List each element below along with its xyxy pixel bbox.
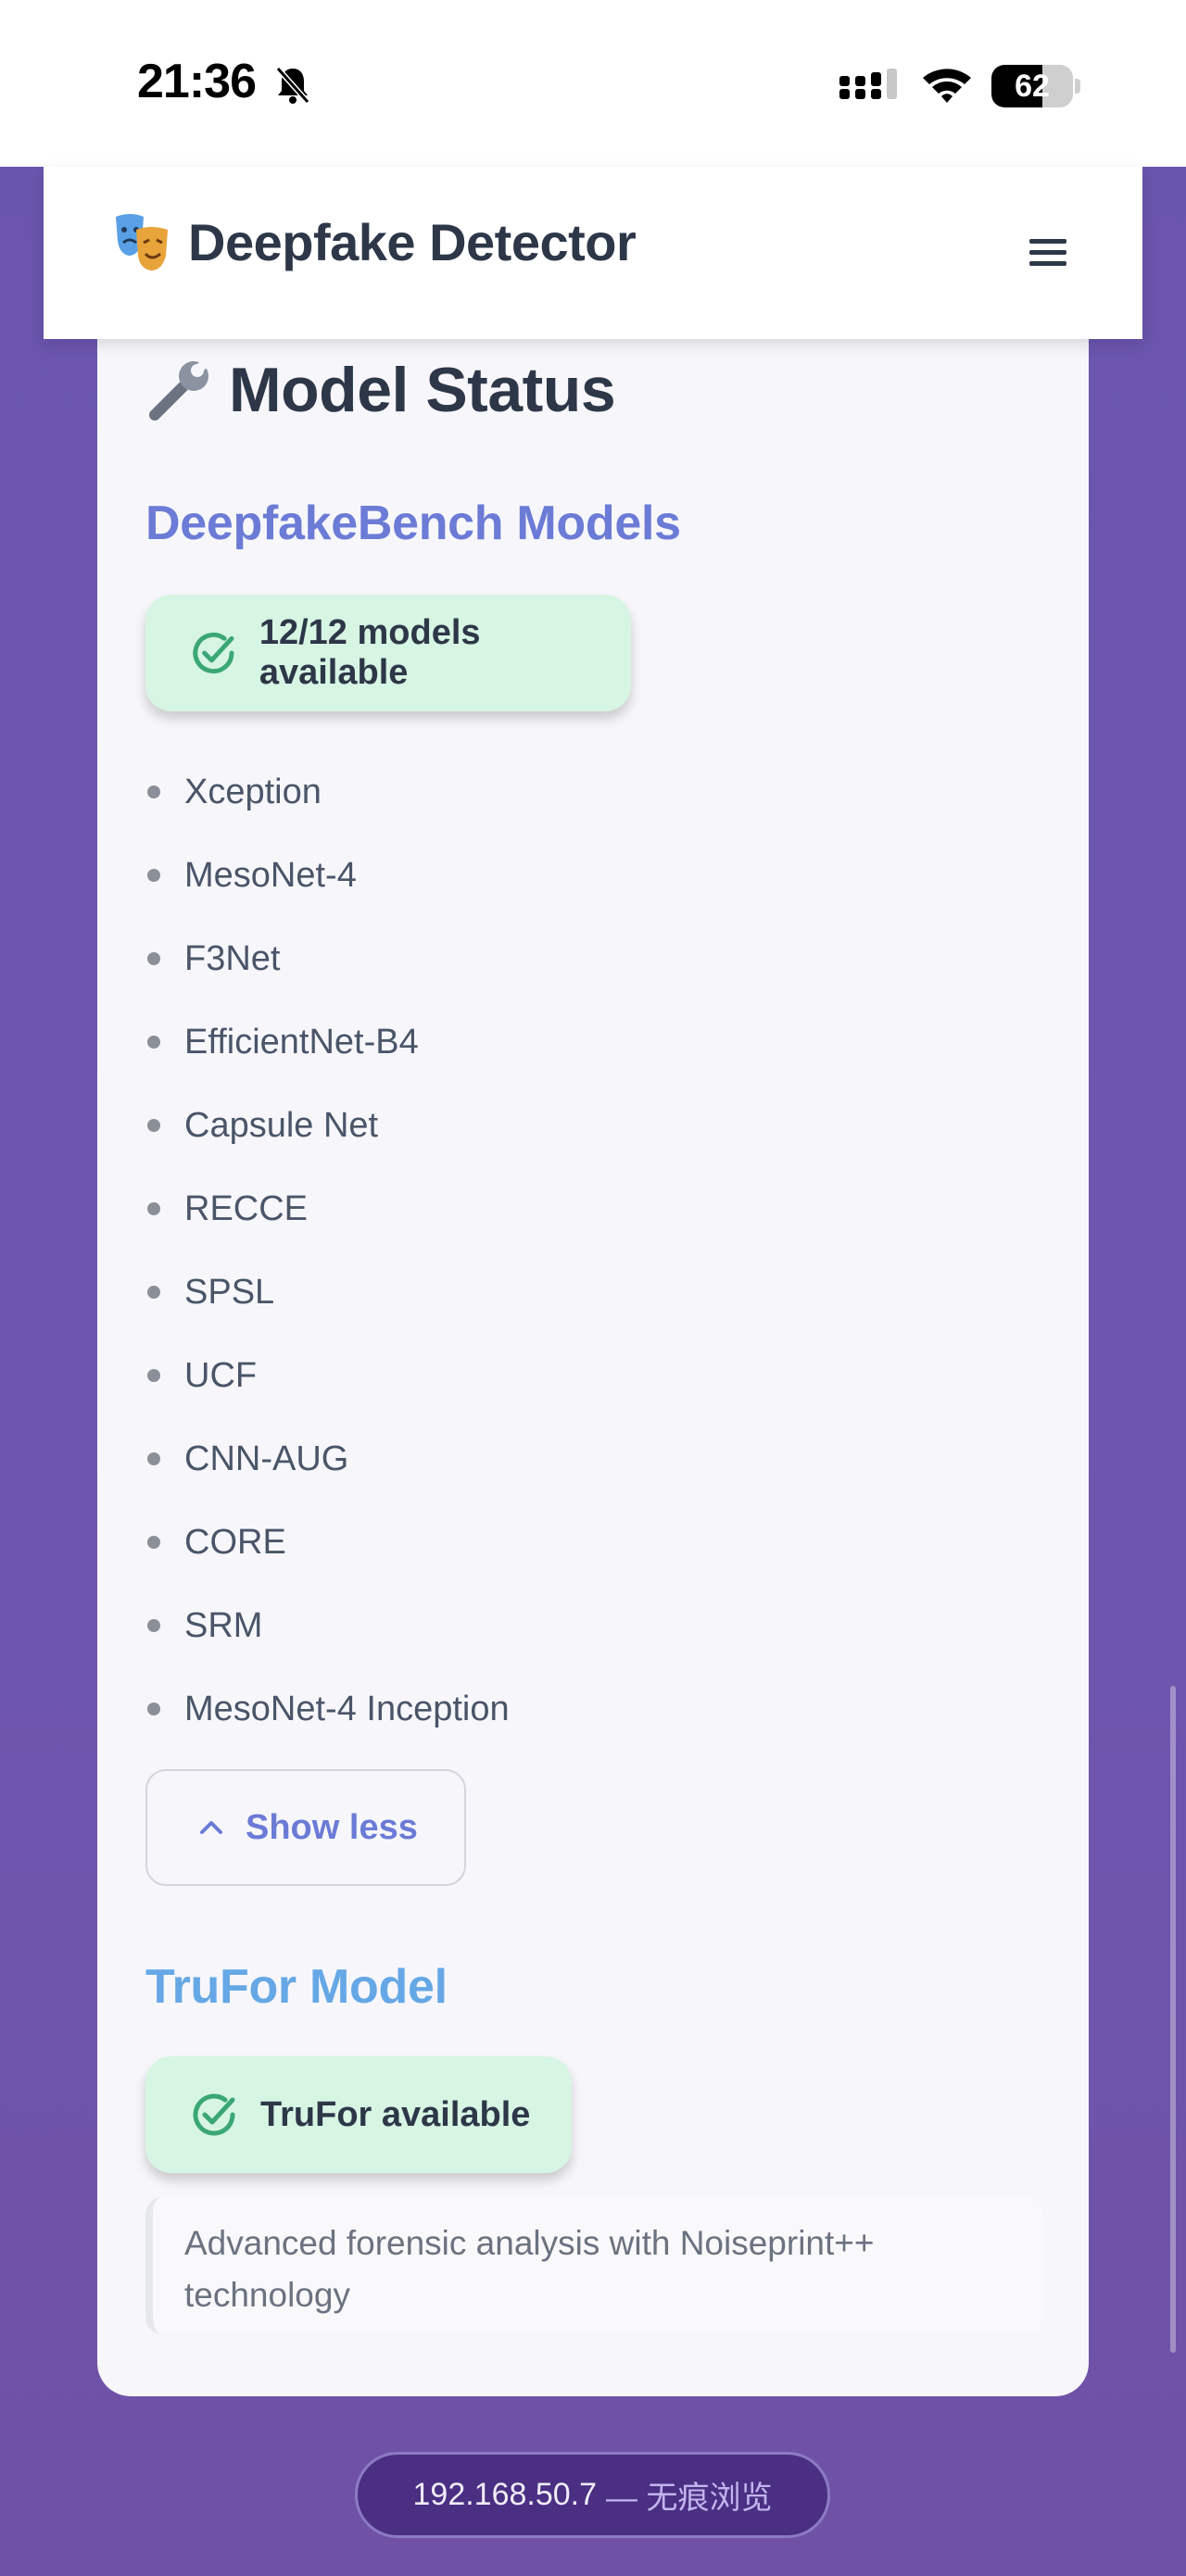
models-available-badge: 12/12 models available [145,595,631,711]
model-name: CNN-AUG [184,1439,349,1478]
bullet-dot [147,1536,160,1549]
bullet-dot [147,1619,160,1632]
chevron-up-icon [200,1821,222,1834]
model-name: MesoNet-4 [184,855,357,895]
model-list-item: MesoNet-4 [145,834,510,917]
wifi-icon [923,69,971,103]
badge-text: TruFor available [260,2094,531,2134]
deepfakebench-heading: DeepfakeBench Models [145,496,681,550]
trufor-heading: TruFor Model [145,1960,448,2014]
trufor-description: Advanced forensic analysis with Noisepri… [145,2197,1042,2334]
url-host: 192.168.50.7 [412,2477,598,2512]
section-title: Model Status [229,355,616,425]
app-title: Deepfake Detector [188,212,637,271]
bullet-dot [147,952,160,965]
battery-icon: 62 [991,65,1080,107]
model-name: Capsule Net [184,1105,379,1145]
private-mode-label: — 无痕浏览 [606,2481,773,2516]
theater-masks-icon [116,214,168,270]
app-header: Deepfake Detector [44,167,1142,339]
model-list-item: Xception [145,750,510,834]
model-list-item: MesoNet-4 Inception [145,1667,510,1751]
model-list-item: F3Net [145,917,510,1000]
model-list-item: RECCE [145,1167,510,1250]
model-list-item: CORE [145,1501,510,1584]
bullet-dot [147,1286,160,1299]
model-name: CORE [184,1522,286,1562]
bullet-dot [147,785,160,798]
model-name: F3Net [184,938,281,978]
bullet-dot [147,1119,160,1132]
scroll-indicator[interactable] [1170,1686,1176,2353]
battery-level: 62 [1015,69,1050,104]
bullet-dot [147,869,160,882]
hamburger-menu-icon[interactable] [1026,232,1070,272]
model-name: SRM [184,1605,263,1645]
model-list-item: CNN-AUG [145,1417,510,1501]
bullet-dot [147,1703,160,1715]
model-list-item: UCF [145,1334,510,1417]
bullet-dot [147,1452,160,1465]
model-name: EfficientNet-B4 [184,1022,419,1062]
signal-icon [839,69,897,99]
wrench-icon [149,358,210,421]
browser-url-bar[interactable]: 192.168.50.7 — 无痕浏览 [355,2452,830,2538]
brand[interactable]: Deepfake Detector [112,209,637,274]
model-name: Xception [184,772,322,811]
bullet-dot [147,1369,160,1382]
bullet-dot [147,1036,160,1049]
check-circle-icon [193,2093,235,2136]
bell-slash-icon [275,67,310,104]
status-bar: 21:36 62 [0,0,1186,167]
model-name: SPSL [184,1272,275,1312]
model-name: MesoNet-4 Inception [184,1689,510,1728]
show-less-button[interactable]: Show less [145,1769,466,1886]
model-name: UCF [184,1355,258,1395]
model-list-item: SPSL [145,1250,510,1334]
badge-text: 12/12 models available [259,613,481,692]
status-time: 21:36 [137,55,257,108]
check-circle-icon [193,633,234,673]
model-status-title: Model Status [145,354,616,426]
show-less-label: Show less [246,1807,418,1847]
model-list-item: SRM [145,1584,510,1667]
model-list: Xception MesoNet-4 F3Net EfficientNet-B4 Cap… [145,750,510,1751]
trufor-available-badge: TruFor available [145,2056,572,2173]
model-list-item: Capsule Net [145,1084,510,1167]
model-status-card: Model Status DeepfakeBench Models 12/12 … [97,306,1089,2396]
model-name: RECCE [184,1188,309,1228]
model-list-item: EfficientNet-B4 [145,1000,510,1084]
bullet-dot [147,1202,160,1215]
